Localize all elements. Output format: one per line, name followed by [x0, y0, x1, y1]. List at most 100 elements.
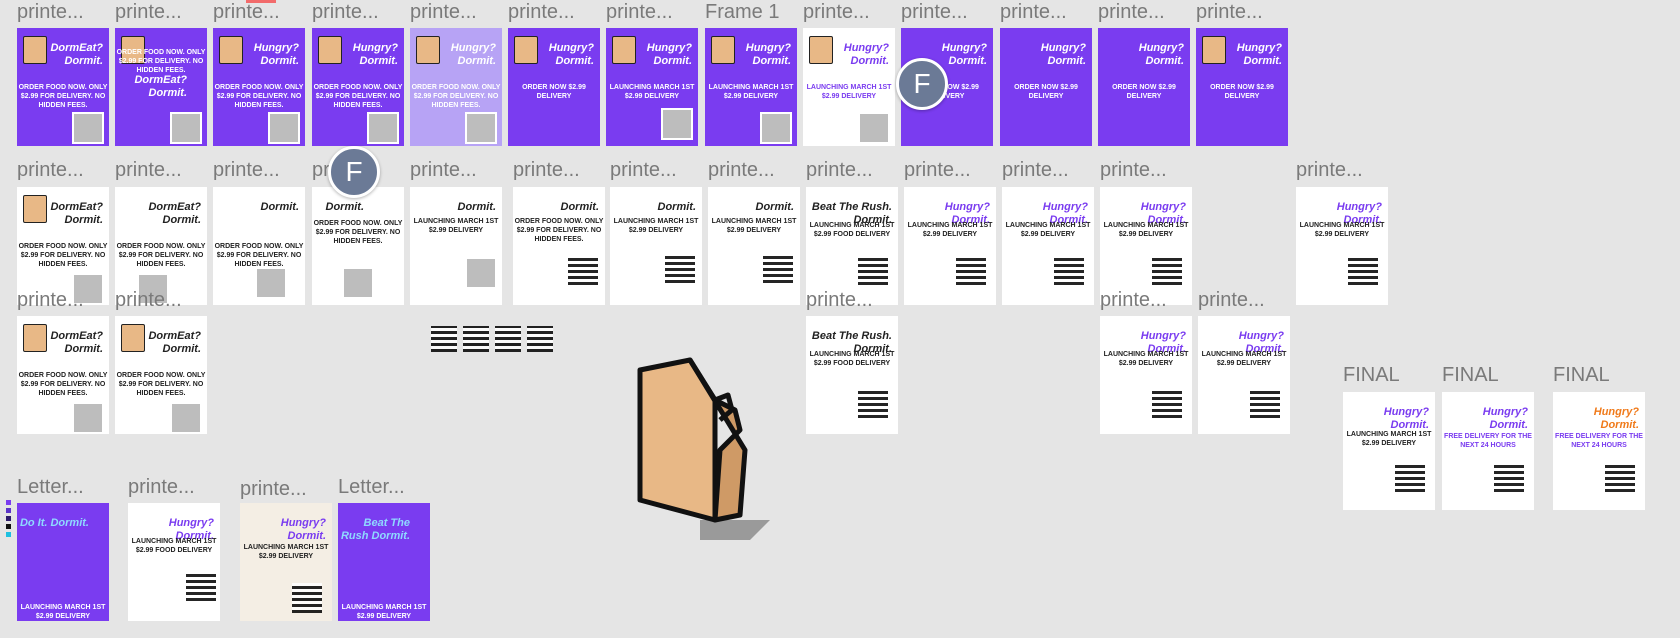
frame-label[interactable]: printe...	[901, 2, 968, 22]
poster-frame[interactable]: Hungry? Dormit. LAUNCHING MARCH 1ST $2.99…	[803, 28, 895, 146]
frame-label[interactable]: printe...	[1098, 2, 1165, 22]
frame-label[interactable]: printe...	[513, 160, 580, 180]
qr-placeholder	[255, 267, 287, 299]
collaborator-avatar[interactable]: F	[328, 146, 380, 198]
frame-label[interactable]: printe...	[115, 2, 182, 22]
frame-label[interactable]: Letter...	[338, 477, 405, 497]
frame-label[interactable]: FINAL	[1343, 365, 1400, 385]
qr-code[interactable]	[527, 326, 553, 352]
poster-frame[interactable]: Dormit. LAUNCHING MARCH 1ST $2.99 DELIVER…	[610, 187, 702, 305]
poster-frame[interactable]: Hungry? Dormit. LAUNCHING MARCH 1ST $2.99…	[904, 187, 996, 305]
poster-frame[interactable]: Do It. Dormit. LAUNCHING MARCH 1ST $2.99 …	[17, 503, 109, 621]
poster-frame[interactable]: Hungry? Dormit. ORDER FOOD NOW. ONLY $2.9…	[312, 28, 404, 146]
frame-label[interactable]: printe...	[806, 160, 873, 180]
frame-label[interactable]: printe...	[1296, 160, 1363, 180]
frame-label[interactable]: FINAL	[1442, 365, 1499, 385]
poster-frame[interactable]: Hungry? Dormit. ORDER FOOD NOW. ONLY $2.9…	[410, 28, 502, 146]
frame-label[interactable]: printe...	[508, 2, 575, 22]
frame-label[interactable]: printe...	[410, 160, 477, 180]
qr-code	[1348, 255, 1378, 285]
qr-code	[186, 571, 216, 601]
frame-label[interactable]: printe...	[410, 2, 477, 22]
poster-frame[interactable]: Dormit. ORDER FOOD NOW. ONLY $2.99 FOR DE…	[513, 187, 605, 305]
qr-code	[956, 255, 986, 285]
selection-marker	[246, 0, 276, 3]
poster-frame[interactable]: ORDER FOOD NOW. ONLY $2.99 FOR DELIVERY.…	[115, 28, 207, 146]
frame-label[interactable]: Frame 1	[705, 2, 779, 22]
frame-label[interactable]: printe...	[213, 2, 280, 22]
frame-label[interactable]: printe...	[1100, 290, 1167, 310]
poster-frame[interactable]: Hungry? Dormit.ORDER NOW $2.99 DELIVERY	[1098, 28, 1190, 146]
poster-frame[interactable]: Hungry? Dormit. LAUNCHING MARCH 1ST $2.99…	[606, 28, 698, 146]
poster-frame[interactable]: Hungry? Dormit. LAUNCHING MARCH 1ST $2.99…	[240, 503, 332, 621]
poster-frame[interactable]: Hungry? Dormit. LAUNCHING MARCH 1ST $2.99…	[705, 28, 797, 146]
qr-placeholder	[170, 112, 202, 144]
poster-frame[interactable]: Hungry? Dormit. LAUNCHING MARCH 1ST $2.99…	[1002, 187, 1094, 305]
final-poster[interactable]: Hungry? Dormit. FREE DELIVERY FOR THE NEX…	[1553, 392, 1645, 510]
poster-frame[interactable]: Dormit. ORDER FOOD NOW. ONLY $2.99 FOR DE…	[213, 187, 305, 305]
frame-label[interactable]: printe...	[803, 2, 870, 22]
poster-frame[interactable]: Beat The Rush. Dormit. LAUNCHING MARCH 1S…	[806, 316, 898, 434]
poster-frame[interactable]: Hungry? Dormit.ORDER NOW $2.99 DELIVERY	[1000, 28, 1092, 146]
frame-label[interactable]: printe...	[1198, 290, 1265, 310]
frame-label[interactable]: printe...	[610, 160, 677, 180]
frame-label[interactable]: printe...	[806, 290, 873, 310]
qr-placeholder	[465, 112, 497, 144]
qr-placeholder	[661, 108, 693, 140]
frame-label[interactable]: printe...	[240, 479, 307, 499]
poster-frame[interactable]: DormEat? Dormit. ORDER FOOD NOW. ONLY $2.…	[115, 187, 207, 305]
qr-placeholder	[342, 267, 374, 299]
qr-code	[1605, 462, 1635, 492]
poster-frame[interactable]: Hungry? Dormit. LAUNCHING MARCH 1ST $2.99…	[1198, 316, 1290, 434]
frame-label[interactable]: printe...	[17, 290, 84, 310]
poster-frame[interactable]: Hungry? Dormit. LAUNCHING MARCH 1ST $2.99…	[1100, 316, 1192, 434]
collaborator-avatar[interactable]: F	[896, 58, 948, 110]
frame-label[interactable]: FINAL	[1553, 365, 1610, 385]
frame-label[interactable]: printe...	[1196, 2, 1263, 22]
frame-label[interactable]: printe...	[708, 160, 775, 180]
poster-frame[interactable]: Dormit. LAUNCHING MARCH 1ST $2.99 DELIVER…	[708, 187, 800, 305]
poster-frame[interactable]: Hungry? Dormit.ORDER NOW $2.99 DELIVERY	[1196, 28, 1288, 146]
qr-code[interactable]	[495, 326, 521, 352]
frame-label[interactable]: printe...	[904, 160, 971, 180]
poster-frame[interactable]: DormEat? Dormit. ORDER FOOD NOW. ONLY $2.…	[115, 316, 207, 434]
poster-frame[interactable]: Dormit. LAUNCHING MARCH 1ST $2.99 DELIVER…	[410, 187, 502, 305]
qr-code	[763, 253, 793, 283]
qr-code	[568, 255, 598, 285]
frame-label[interactable]: printe...	[312, 2, 379, 22]
frame-label[interactable]: printe...	[606, 2, 673, 22]
qr-code[interactable]	[431, 326, 457, 352]
final-poster[interactable]: Hungry? Dormit. LAUNCHING MARCH 1ST $2.99…	[1343, 392, 1435, 510]
frame-label[interactable]: printe...	[17, 160, 84, 180]
poster-frame[interactable]: Hungry? Dormit.ORDER NOW $2.99 DELIVERY	[508, 28, 600, 146]
frame-label[interactable]: printe...	[128, 477, 195, 497]
poster-frame[interactable]: Hungry? Dormit. LAUNCHING MARCH 1ST $2.99…	[1296, 187, 1388, 305]
frame-label[interactable]: Letter...	[17, 477, 84, 497]
poster-frame[interactable]: Dormit. ORDER FOOD NOW. ONLY $2.99 FOR DE…	[312, 187, 404, 305]
bag-illustration[interactable]	[620, 350, 780, 550]
frame-label[interactable]: printe...	[115, 160, 182, 180]
poster-frame[interactable]: Hungry? Dormit. ORDER FOOD NOW. ONLY $2.9…	[213, 28, 305, 146]
poster-frame[interactable]: Hungry? Dormit. LAUNCHING MARCH 1ST $2.99…	[128, 503, 220, 621]
frame-label[interactable]: printe...	[115, 290, 182, 310]
frame-label[interactable]: printe...	[213, 160, 280, 180]
frame-label[interactable]: printe...	[1100, 160, 1167, 180]
poster-frame[interactable]: Hungry? Dormit. LAUNCHING MARCH 1ST $2.99…	[1100, 187, 1192, 305]
final-poster[interactable]: Hungry? Dormit. FREE DELIVERY FOR THE NEX…	[1442, 392, 1534, 510]
qr-code	[1152, 388, 1182, 418]
poster-frame[interactable]: DormEat? Dormit. ORDER FOOD NOW. ONLY $2.…	[17, 187, 109, 305]
color-swatches	[6, 500, 11, 540]
qr-placeholder	[760, 112, 792, 144]
poster-frame[interactable]: Beat The Rush. Dormit. LAUNCHING MARCH 1S…	[806, 187, 898, 305]
qr-code[interactable]	[463, 326, 489, 352]
frame-label[interactable]: printe...	[1002, 160, 1069, 180]
qr-code	[665, 253, 695, 283]
qr-code	[1250, 388, 1280, 418]
poster-frame[interactable]: DormEat? Dormit. ORDER FOOD NOW. ONLY $2.…	[17, 28, 109, 146]
frame-label[interactable]: printe...	[17, 2, 84, 22]
poster-frame[interactable]: DormEat? Dormit. ORDER FOOD NOW. ONLY $2.…	[17, 316, 109, 434]
qr-placeholder	[858, 112, 890, 144]
poster-frame[interactable]: Beat The Rush Dormit. LAUNCHING MARCH 1ST…	[338, 503, 430, 621]
qr-code	[858, 388, 888, 418]
frame-label[interactable]: printe...	[1000, 2, 1067, 22]
